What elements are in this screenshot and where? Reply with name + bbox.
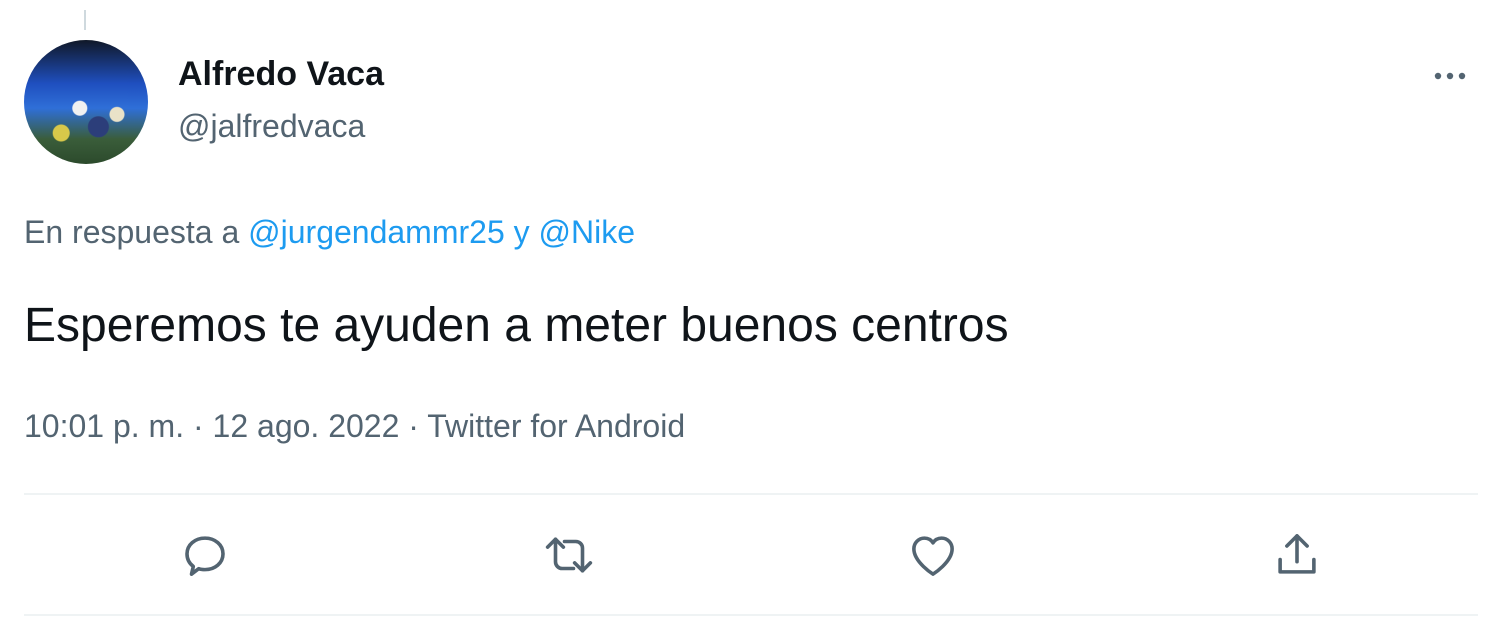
tweet-time[interactable]: 10:01 p. m.	[24, 408, 184, 444]
retweet-icon	[545, 537, 593, 573]
divider-top	[24, 493, 1478, 495]
reply-button[interactable]	[170, 520, 240, 590]
more-options-button[interactable]	[1428, 54, 1472, 98]
more-icon	[1434, 72, 1466, 80]
tweet-header: Alfredo Vaca @jalfredvaca	[24, 40, 1472, 166]
divider-bottom	[24, 614, 1478, 616]
tweet-date[interactable]: 12 ago. 2022	[213, 408, 400, 444]
reply-prefix: En respuesta a	[24, 214, 240, 250]
mention-joiner: y	[513, 214, 530, 250]
share-button[interactable]	[1262, 520, 1332, 590]
meta-separator: ·	[408, 408, 419, 444]
avatar[interactable]	[24, 40, 148, 164]
tweet-source[interactable]: Twitter for Android	[427, 408, 685, 444]
author-display-name[interactable]: Alfredo Vaca	[178, 52, 384, 96]
meta-separator: ·	[192, 408, 204, 444]
author-handle[interactable]: @jalfredvaca	[178, 104, 384, 148]
tweet-metadata: 10:01 p. m. · 12 ago. 2022 · Twitter for…	[24, 404, 685, 448]
mention-link-jurgendammr25[interactable]: @jurgendammr25	[248, 214, 505, 250]
mention-link-nike[interactable]: @Nike	[539, 214, 636, 250]
like-icon	[912, 536, 954, 576]
share-icon	[1278, 534, 1316, 574]
thread-connector-line	[84, 10, 86, 30]
tweet-actions-bar	[24, 496, 1478, 614]
like-button[interactable]	[898, 520, 968, 590]
retweet-button[interactable]	[534, 520, 604, 590]
reply-icon	[185, 536, 225, 576]
author-names: Alfredo Vaca @jalfredvaca	[178, 52, 384, 148]
reply-context: En respuesta a @jurgendammr25 y @Nike	[24, 210, 635, 254]
tweet-text: Esperemos te ayuden a meter buenos centr…	[24, 299, 1009, 352]
